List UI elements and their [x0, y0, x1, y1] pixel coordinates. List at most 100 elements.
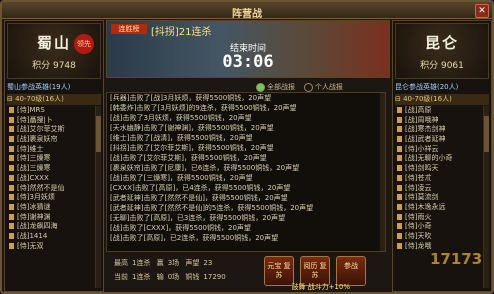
left-roster-member[interactable]: [战]1414 [7, 232, 95, 242]
log-entry: [兵器]击败了[战]3月妖烦，获得5500铜钱，20声望 [110, 94, 272, 102]
left-roster-member[interactable]: [战]三燥寒 [7, 164, 95, 174]
all-reports-radio[interactable] [256, 82, 265, 92]
member-icon [397, 223, 402, 230]
member-name: [侍]雨火 [405, 212, 432, 221]
log-entry: [战]击败了[高原]，已2连杀，获得5500铜钱，20声望 [110, 234, 279, 242]
member-name: [战]裹泉妖帘 [17, 135, 58, 144]
right-roster-member[interactable]: [战]周哦神 [395, 116, 483, 126]
best-streak: 1连杀 [132, 259, 151, 267]
member-icon [397, 232, 402, 239]
right-roster-member[interactable]: [侍]小祥云 [395, 145, 483, 155]
right-group-label: 40-70级(16人) [403, 95, 452, 103]
log-entry: [抖拐]击败了[艾尔菲艾斯]，获得5500铜钱，20声望 [110, 144, 274, 152]
member-icon [9, 116, 14, 123]
member-name: [侍]MRS [17, 106, 45, 114]
member-icon [397, 242, 402, 249]
member-icon [397, 155, 402, 162]
left-roster-member[interactable]: [侍]聶捜|卜 [7, 116, 95, 126]
morale-buff: 鼓舞 战斗力+10% [291, 283, 350, 291]
left-roster-member[interactable]: [侍]谢神渊 [7, 213, 95, 223]
right-roster-member[interactable]: [侍]天吹 [395, 232, 483, 242]
left-roster-group[interactable]: ⊟ 40-70级(16人) [7, 94, 101, 105]
right-faction-score: 积分 9061 [420, 61, 464, 71]
member-name: [侍]小祥云 [405, 144, 439, 153]
right-roster-member[interactable]: [战]无聊的小奇 [395, 154, 483, 164]
stats-row-best: 最高 1连杀 赢 3场 声望 23 [114, 256, 264, 270]
member-icon [9, 165, 14, 172]
right-roster-member[interactable]: [侍]雨火 [395, 213, 483, 223]
reputation: 23 [203, 259, 213, 267]
member-name: [侍]天吹 [405, 231, 432, 240]
right-roster-title: 昆仑参战英雄(20人) [395, 83, 459, 91]
member-icon [397, 107, 402, 113]
left-roster-member[interactable]: [战]龙飙四海 [7, 222, 95, 232]
my-reports-radio[interactable] [303, 82, 313, 92]
left-roster-member[interactable]: [侍]维士 [7, 145, 95, 155]
member-icon [9, 145, 14, 152]
left-roster-member[interactable]: [侍]然然不是仙 [7, 184, 95, 194]
member-icon [397, 194, 402, 201]
member-name: [侍]谢神渊 [17, 212, 51, 221]
win-label: 赢 [156, 259, 164, 267]
left-scroll-thumb[interactable] [96, 116, 101, 152]
left-roster-member[interactable]: [侍]冰猜谜 [7, 203, 95, 213]
battle-window: 阵营战 ✕ 蜀山 领先 积分 9748 蜀山参战英雄(19人) ⊟ 40-70级… [0, 0, 494, 294]
my-reports-label[interactable]: 个人战报 [315, 83, 343, 91]
left-roster-member[interactable]: [侍]三燥寒 [7, 154, 95, 164]
close-button[interactable]: ✕ [475, 4, 489, 18]
member-icon [397, 126, 402, 133]
log-filters: 全部战报 个人战报 [256, 82, 343, 92]
left-roster-member[interactable]: [战]CXXX [7, 174, 95, 184]
member-icon [9, 136, 14, 143]
left-faction-panel: 蜀山 领先 积分 9748 蜀山参战英雄(19人) ⊟ 40-70级(16人) … [4, 20, 104, 292]
right-roster-member[interactable]: [侍]苍朮 [395, 174, 483, 184]
member-name: [侍]维士 [17, 144, 44, 153]
right-roster-member[interactable]: [侍]木逸永远 [395, 203, 483, 213]
member-icon [397, 174, 402, 181]
left-roster-member[interactable]: [侍]无双 [7, 242, 95, 252]
member-name: [战]寒杰剑神 [405, 125, 446, 134]
member-icon [9, 174, 14, 181]
log-entry: [韩委炸]击败了[3月妖烦]的9连杀，获得5500铜钱，20声望 [110, 104, 297, 112]
log-entry: [CXXX]击败了[高原]，已4连杀，获得5500铜钱，20声望 [110, 184, 291, 192]
right-roster-member[interactable]: [侍]小奇 [395, 222, 483, 232]
log-entry: [天水幽静]击败了[谢神渊]，获得5500铜钱，20声望 [110, 124, 274, 132]
rep-label: 声望 [185, 259, 200, 267]
log-entry: [无聊]击败了[高原]，已3连杀，获得5500铜钱，20声望 [110, 214, 286, 222]
leading-seal: 领先 [74, 34, 94, 54]
right-roster-member[interactable]: [战]高原 [395, 106, 483, 116]
member-name: [侍]然然不是仙 [17, 183, 65, 192]
member-icon [9, 242, 14, 249]
battle-log: [兵器]击败了[战]3月妖烦，获得5500铜钱，20声望 [韩委炸]击败了[3月妖… [106, 92, 386, 252]
log-entry: [武者延神]击败了[然然不是仙]的5连杀，获得5500铜钱，20声望 [110, 204, 314, 212]
right-roster-member[interactable]: [侍]剑鸣天 [395, 164, 483, 174]
member-name: [侍]莫流剑 [405, 193, 439, 202]
member-icon [397, 213, 402, 220]
right-roster-member[interactable]: [战]武者延神 [395, 135, 483, 145]
log-scrollbar[interactable] [380, 93, 385, 251]
member-name: [战]1414 [17, 231, 48, 240]
right-roster-member[interactable]: [战]寒杰剑神 [395, 125, 483, 135]
streak-leaderboard-button[interactable]: 连胜榜 [111, 24, 147, 34]
right-scrollbar[interactable] [483, 106, 489, 288]
left-roster-member[interactable]: [战]裹泉妖帘 [7, 135, 95, 145]
left-roster-member[interactable]: [战]艾尔菲艾斯 [7, 125, 95, 135]
member-icon [9, 223, 14, 230]
current-streak: 1连杀 [132, 273, 151, 281]
right-roster-list: [战]高原 [战]周哦神 [战]寒杰剑神 [战]武者延神 [侍]小祥云 [战]无聊的小奇[… [395, 106, 483, 251]
left-roster-member[interactable]: [侍]MRS [7, 106, 95, 116]
member-icon [9, 232, 14, 239]
all-reports-label[interactable]: 全部战报 [267, 83, 295, 91]
battle-banner: 连胜榜 [抖拐]21连杀 结束时间 03:06 [106, 20, 390, 78]
right-roster-group[interactable]: ⊟ 40-70级(16人) [395, 94, 489, 105]
right-roster-member[interactable]: [侍]莫流剑 [395, 193, 483, 203]
right-roster-member[interactable]: [侍]凌云 [395, 184, 483, 194]
left-roster-member[interactable]: [侍]3月妖烦 [7, 193, 95, 203]
member-name: [战]高原 [405, 106, 432, 114]
right-scroll-thumb[interactable] [484, 116, 489, 152]
member-icon [9, 107, 14, 113]
left-scrollbar[interactable] [95, 106, 101, 288]
log-entry: [战]击败了3月妖烦，获得5500铜钱，20声望 [110, 114, 252, 122]
losses: 0场 [167, 273, 180, 281]
member-name: [侍]3月妖烦 [17, 193, 55, 202]
